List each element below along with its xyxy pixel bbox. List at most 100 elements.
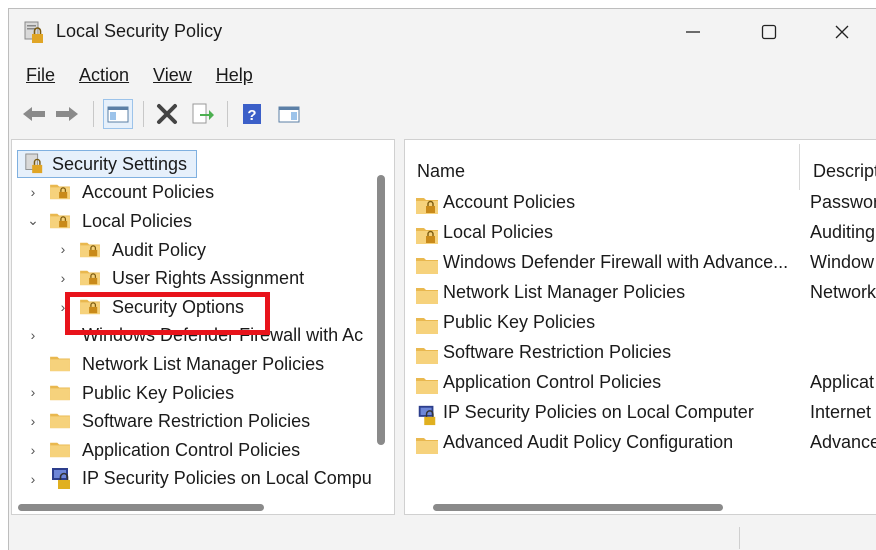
chevron-right-icon[interactable]: ›: [26, 442, 40, 458]
maximize-icon: [761, 24, 777, 40]
list-item[interactable]: Software Restriction Policies: [405, 342, 876, 370]
folder-icon: [415, 374, 439, 396]
list-item[interactable]: IP Security Policies on Local Computer I…: [405, 402, 876, 430]
back-icon: [23, 107, 45, 121]
folder-icon: [415, 434, 439, 456]
list-item-description: Window: [810, 252, 875, 272]
highlight-box: [65, 292, 270, 335]
status-bar: [9, 521, 876, 550]
tree-item-account-policies[interactable]: Account Policies: [82, 182, 214, 203]
show-hide-console-tree-icon: [107, 106, 129, 123]
menu-help[interactable]: Help: [216, 61, 253, 91]
column-divider[interactable]: [799, 144, 800, 190]
list-item-name: IP Security Policies on Local Computer: [443, 402, 754, 422]
minimize-button[interactable]: [658, 9, 728, 55]
list-item[interactable]: Account Policies Passwor: [405, 192, 876, 220]
list-item-name: Windows Defender Firewall with Advance..…: [443, 252, 789, 272]
chevron-down-icon[interactable]: ⌄: [26, 212, 40, 228]
security-settings-icon: [25, 153, 43, 174]
forward-icon: [56, 107, 78, 121]
menu-action[interactable]: Action: [79, 61, 129, 91]
list-item[interactable]: Public Key Policies: [405, 312, 876, 340]
status-bar-divider: [739, 527, 740, 549]
tree-vertical-scrollbar[interactable]: [377, 175, 385, 445]
folder-icon: [415, 314, 439, 336]
list-item-name: Account Policies: [443, 192, 576, 212]
close-button[interactable]: [807, 9, 876, 55]
folder-icon: [415, 344, 439, 366]
security-policy-app-icon: [24, 21, 43, 43]
folder-lock-icon: [79, 268, 101, 286]
list-item-description: Passwor: [810, 192, 876, 212]
folder-icon: [49, 440, 71, 458]
help-icon: ?: [243, 104, 261, 124]
list-item[interactable]: Application Control Policies Applicat: [405, 372, 876, 400]
back-button[interactable]: [19, 99, 49, 129]
help-button[interactable]: ?: [237, 99, 267, 129]
chevron-right-icon[interactable]: ›: [26, 413, 40, 429]
folder-icon: [49, 383, 71, 401]
tree-item-local-policies[interactable]: Local Policies: [82, 211, 192, 232]
chevron-right-icon[interactable]: ›: [26, 384, 40, 400]
window-title: Local Security Policy: [56, 21, 223, 41]
menu-file-label: File: [26, 65, 56, 85]
list-item-description: Network: [810, 282, 876, 302]
menu-view-label: View: [153, 65, 192, 85]
list-item-name: Software Restriction Policies: [443, 342, 672, 362]
chevron-right-icon[interactable]: ›: [56, 241, 70, 257]
delete-icon: [157, 104, 177, 124]
tree-item-application-control-policies[interactable]: Application Control Policies: [82, 440, 300, 461]
column-header-name[interactable]: Name: [417, 161, 465, 182]
tree-item-audit-policy[interactable]: Audit Policy: [112, 240, 206, 261]
show-hide-console-tree-button[interactable]: [103, 99, 133, 129]
list-item[interactable]: Windows Defender Firewall with Advance..…: [405, 252, 876, 280]
export-list-button[interactable]: [187, 99, 217, 129]
menu-file[interactable]: File: [26, 61, 55, 91]
tree-root-label: Security Settings: [52, 154, 188, 174]
chevron-right-icon[interactable]: ›: [26, 327, 40, 343]
tree-item-ip-security-policies[interactable]: IP Security Policies on Local Compu: [82, 468, 372, 489]
chevron-right-icon[interactable]: ›: [56, 270, 70, 286]
column-header-description[interactable]: Descript: [813, 161, 876, 182]
list-item-name: Application Control Policies: [443, 372, 662, 392]
menu-view[interactable]: View: [153, 61, 192, 91]
list-item-description: Internet: [810, 402, 872, 422]
menu-action-label: Action: [79, 65, 130, 85]
list-item-description: Advance: [810, 432, 876, 452]
tree-item-user-rights-assignment[interactable]: User Rights Assignment: [112, 268, 304, 289]
tree-item-network-list-manager-policies[interactable]: Network List Manager Policies: [82, 354, 324, 375]
folder-icon: [49, 411, 71, 429]
toolbar-separator: [93, 101, 94, 127]
maximize-button[interactable]: [734, 9, 804, 55]
list-item-name: Advanced Audit Policy Configuration: [443, 432, 734, 452]
chevron-right-icon[interactable]: ›: [26, 471, 40, 487]
export-list-icon: [192, 103, 214, 124]
ip-security-icon: [418, 405, 436, 426]
list-item[interactable]: Local Policies Auditing: [405, 222, 876, 250]
folder-lock-icon: [49, 211, 71, 229]
toolbar: ?: [9, 95, 876, 133]
chevron-right-icon[interactable]: ›: [26, 184, 40, 200]
list-item-description: Auditing: [810, 222, 876, 242]
list-item-description: Applicat: [810, 372, 875, 392]
close-icon: [835, 25, 849, 39]
toolbar-separator: [227, 101, 228, 127]
list-item[interactable]: Advanced Audit Policy Configuration Adva…: [405, 432, 876, 460]
forward-button[interactable]: [52, 99, 82, 129]
toolbar-separator: [143, 101, 144, 127]
list-item-name: Public Key Policies: [443, 312, 596, 332]
title-bar: Local Security Policy: [9, 9, 876, 55]
tree-item-software-restriction-policies[interactable]: Software Restriction Policies: [82, 411, 310, 432]
delete-button[interactable]: [152, 99, 182, 129]
menu-help-label: Help: [215, 65, 253, 85]
local-security-policy-window: Local Security Policy File Action View H…: [8, 8, 876, 550]
show-hide-action-pane-button[interactable]: [274, 99, 304, 129]
list-item[interactable]: Network List Manager Policies Network: [405, 282, 876, 310]
menu-bar: File Action View Help: [9, 61, 260, 91]
list-horizontal-scrollbar[interactable]: [433, 504, 723, 511]
folder-icon: [415, 284, 439, 306]
list-item-name: Local Policies: [443, 222, 554, 242]
tree-horizontal-scrollbar[interactable]: [18, 504, 264, 511]
folder-icon: [49, 354, 71, 372]
tree-item-public-key-policies[interactable]: Public Key Policies: [82, 383, 234, 404]
